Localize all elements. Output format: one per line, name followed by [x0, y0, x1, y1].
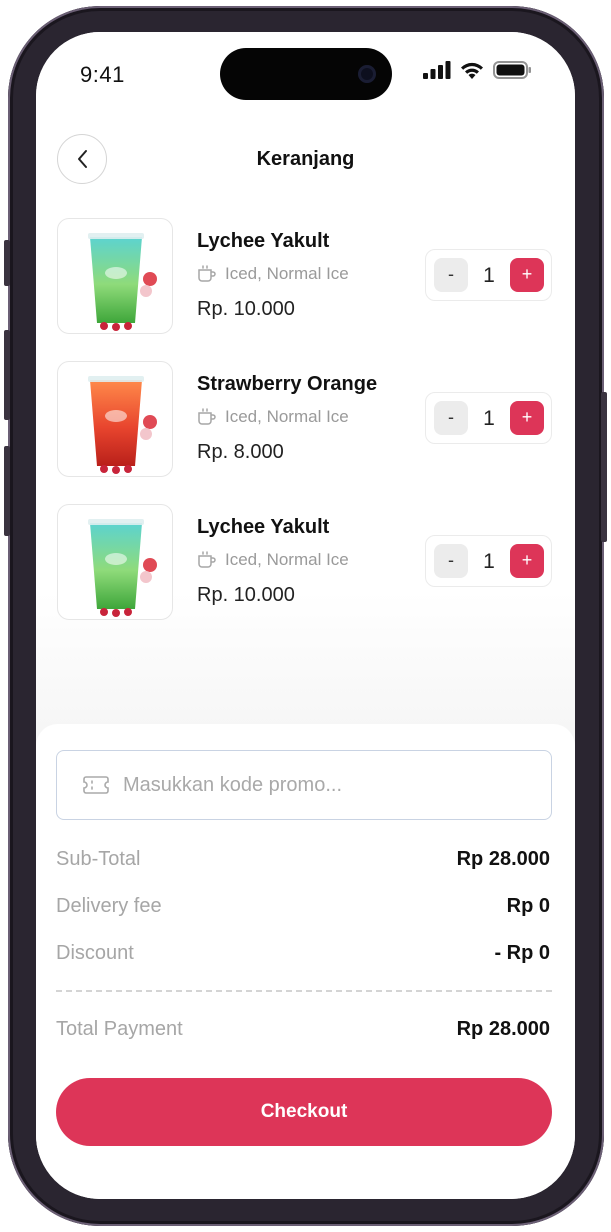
- increase-quantity-button[interactable]: +: [510, 544, 544, 578]
- cup-icon: [198, 551, 216, 568]
- quantity-stepper: - 1 +: [425, 249, 552, 301]
- status-time: 9:41: [80, 62, 125, 87]
- product-image: [57, 218, 173, 334]
- total-payment-row: Total Payment Rp 28.000: [56, 1018, 550, 1046]
- increase-quantity-button[interactable]: +: [510, 401, 544, 435]
- dynamic-island: [220, 48, 392, 100]
- phone-screen: 9:41 Keranjang Lychee Yakult Iced, Norma…: [36, 32, 575, 1199]
- item-option-text: Iced, Normal Ice: [225, 550, 349, 569]
- quantity-stepper: - 1 +: [425, 535, 552, 587]
- promo-placeholder: Masukkan kode promo...: [123, 773, 342, 796]
- dashed-divider: [56, 990, 552, 992]
- quantity-value: 1: [483, 407, 495, 430]
- total-payment-label: Total Payment: [56, 1018, 183, 1040]
- front-camera-icon: [358, 65, 376, 83]
- action-button: [4, 240, 10, 286]
- cellular-signal-icon: [423, 61, 451, 79]
- cup-icon: [198, 265, 216, 282]
- item-option-text: Iced, Normal Ice: [225, 407, 349, 426]
- increase-quantity-button[interactable]: +: [510, 258, 544, 292]
- item-price: Rp. 8.000: [197, 441, 284, 463]
- subtotal-label: Sub-Total: [56, 848, 141, 870]
- volume-up-button: [4, 330, 10, 420]
- power-button: [601, 392, 607, 542]
- item-option: Iced, Normal Ice: [197, 550, 349, 570]
- item-name: Lychee Yakult: [197, 230, 330, 252]
- item-option-text: Iced, Normal Ice: [225, 264, 349, 283]
- product-image: [57, 361, 173, 477]
- delivery-fee-row: Delivery fee Rp 0: [56, 895, 550, 923]
- volume-down-button: [4, 446, 10, 536]
- quantity-stepper: - 1 +: [425, 392, 552, 444]
- quantity-value: 1: [483, 264, 495, 287]
- discount-value: - Rp 0: [494, 942, 550, 964]
- cup-icon: [198, 408, 216, 425]
- item-option: Iced, Normal Ice: [197, 264, 349, 284]
- delivery-fee-label: Delivery fee: [56, 895, 162, 917]
- delivery-fee-value: Rp 0: [506, 895, 550, 917]
- checkout-button[interactable]: Checkout: [56, 1078, 552, 1146]
- page-title: Keranjang: [256, 148, 355, 170]
- ticket-icon: [83, 776, 109, 794]
- item-option: Iced, Normal Ice: [197, 407, 349, 427]
- wifi-icon: [461, 62, 483, 79]
- item-price: Rp. 10.000: [197, 298, 295, 320]
- cart-item: Lychee Yakult Iced, Normal Ice Rp. 10.00…: [57, 504, 553, 620]
- cart-item: Strawberry Orange Iced, Normal Ice Rp. 8…: [57, 361, 553, 477]
- discount-label: Discount: [56, 942, 134, 964]
- cart-item: Lychee Yakult Iced, Normal Ice Rp. 10.00…: [57, 218, 553, 334]
- subtotal-row: Sub-Total Rp 28.000: [56, 848, 550, 876]
- decrease-quantity-button[interactable]: -: [434, 544, 468, 578]
- item-name: Strawberry Orange: [197, 373, 378, 395]
- item-name: Lychee Yakult: [197, 516, 330, 538]
- discount-row: Discount - Rp 0: [56, 942, 550, 970]
- product-image: [57, 504, 173, 620]
- item-price: Rp. 10.000: [197, 584, 295, 606]
- decrease-quantity-button[interactable]: -: [434, 401, 468, 435]
- quantity-value: 1: [483, 550, 495, 573]
- total-payment-value: Rp 28.000: [456, 1018, 550, 1040]
- status-icons: [423, 60, 533, 80]
- decrease-quantity-button[interactable]: -: [434, 258, 468, 292]
- order-summary-sheet: Masukkan kode promo... Sub-Total Rp 28.0…: [36, 724, 575, 1199]
- subtotal-value: Rp 28.000: [456, 848, 550, 870]
- promo-code-input[interactable]: Masukkan kode promo...: [56, 750, 552, 820]
- battery-icon: [493, 61, 531, 79]
